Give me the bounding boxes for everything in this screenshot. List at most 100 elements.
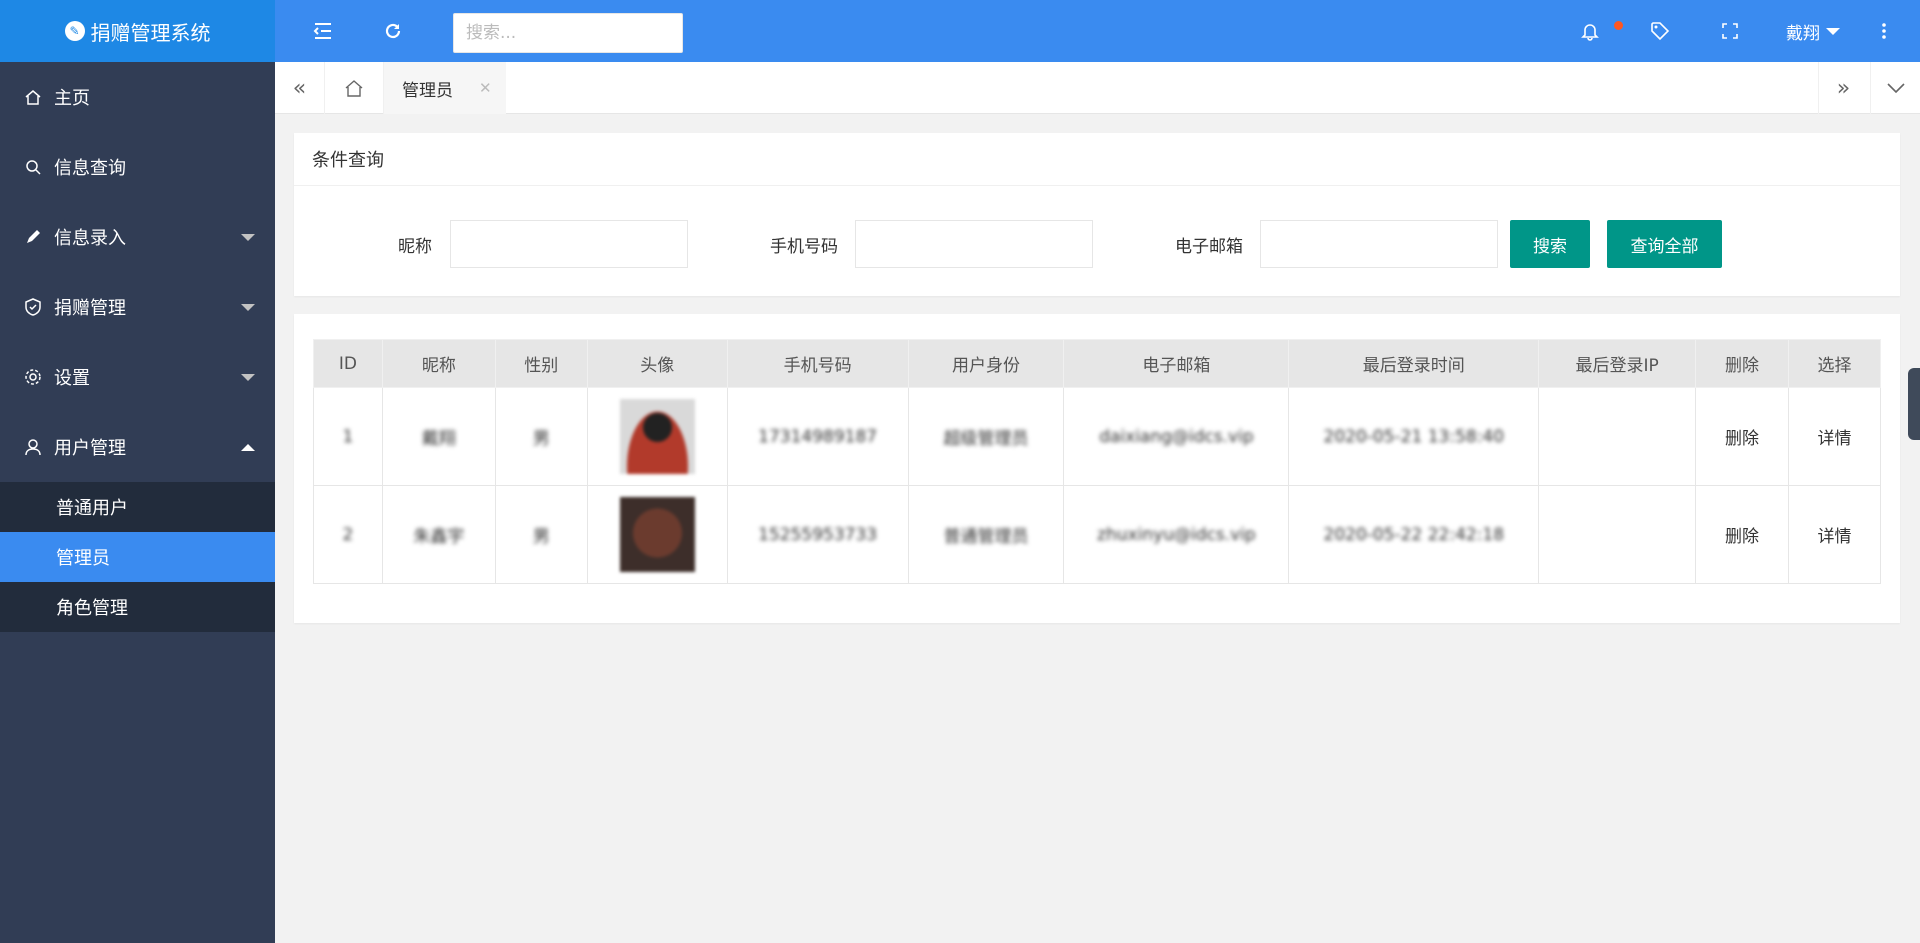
col-last-login[interactable]: 最后登录时间: [1288, 339, 1540, 388]
notification-dot: [1614, 21, 1623, 30]
sidebar-item-admins[interactable]: 管理员: [0, 532, 275, 582]
user-management-submenu: 普通用户 管理员 角色管理: [0, 482, 275, 632]
delete-link[interactable]: 删除: [1695, 485, 1789, 584]
search-button[interactable]: 搜索: [1510, 220, 1590, 268]
user-icon: [24, 438, 42, 456]
col-phone[interactable]: 手机号码: [726, 339, 909, 388]
cell-phone: 17314989187: [726, 387, 909, 486]
tab-admins[interactable]: 管理员 ✕: [384, 62, 506, 114]
sidebar-item-label: 信息录入: [54, 228, 126, 249]
bell-icon[interactable]: [1566, 0, 1614, 62]
sidebar-item-roles[interactable]: 角色管理: [0, 582, 275, 632]
chevron-down-icon: [241, 304, 255, 311]
col-email[interactable]: 电子邮箱: [1063, 339, 1290, 388]
search-icon: [24, 158, 42, 176]
col-last-ip[interactable]: 最后登录IP: [1538, 339, 1697, 388]
cell-avatar: [586, 485, 728, 584]
top-header: ✎ 捐赠管理系统 戴翔: [0, 0, 1920, 62]
sidebar-item-user-management[interactable]: 用户管理: [0, 412, 275, 482]
menu-toggle-icon[interactable]: [299, 0, 347, 62]
sidebar-item-donation[interactable]: 捐赠管理: [0, 272, 275, 342]
nickname-input[interactable]: [450, 220, 688, 268]
sidebar-item-label: 捐赠管理: [54, 298, 126, 319]
tab-label: 管理员: [402, 80, 453, 101]
pencil-icon: [24, 228, 42, 246]
col-role[interactable]: 用户身份: [907, 339, 1065, 388]
table-header-row: ID 昵称 性别 头像 手机号码 用户身份 电子邮箱 最后登录时间 最后登录IP…: [313, 339, 1881, 388]
col-nickname[interactable]: 昵称: [381, 339, 496, 388]
sidebar-item-label: 设置: [54, 368, 90, 389]
double-chevron-right-icon[interactable]: »: [1818, 62, 1868, 114]
sidebar-item-info-query[interactable]: 信息查询: [0, 132, 275, 202]
double-chevron-left-icon[interactable]: «: [275, 62, 325, 114]
tab-bar: « 管理员 ✕ »: [275, 62, 1920, 114]
col-select[interactable]: 选择: [1788, 339, 1881, 388]
col-avatar[interactable]: 头像: [586, 339, 728, 388]
search-form-row: 昵称 手机号码 电子邮箱 搜索 查询全部: [294, 186, 1900, 296]
delete-link[interactable]: 删除: [1695, 387, 1789, 486]
col-id[interactable]: ID: [313, 339, 383, 388]
cell-role: 超级管理员: [907, 387, 1065, 486]
col-gender[interactable]: 性别: [494, 339, 588, 388]
nickname-label: 昵称: [398, 236, 432, 257]
user-menu[interactable]: 戴翔: [1786, 0, 1840, 62]
email-input[interactable]: [1260, 220, 1498, 268]
refresh-icon[interactable]: [369, 0, 417, 62]
tag-icon[interactable]: [1636, 0, 1684, 62]
search-card-title: 条件查询: [294, 133, 1900, 186]
phone-input[interactable]: [855, 220, 1093, 268]
cell-phone: 15255953733: [726, 485, 909, 584]
chevron-up-icon: [241, 444, 255, 451]
admin-table: ID 昵称 性别 头像 手机号码 用户身份 电子邮箱 最后登录时间 最后登录IP…: [313, 339, 1881, 584]
email-label: 电子邮箱: [1175, 236, 1243, 257]
cell-id: 2: [313, 485, 383, 584]
app-title: 捐赠管理系统: [90, 20, 211, 45]
close-icon[interactable]: ✕: [479, 79, 492, 97]
chevron-down-icon: [241, 374, 255, 381]
phone-label: 手机号码: [770, 236, 838, 257]
logo-icon: ✎: [64, 21, 85, 41]
gear-icon: [24, 368, 42, 386]
search-card: 条件查询 昵称 手机号码 电子邮箱 搜索 查询全部: [294, 133, 1900, 296]
side-drawer-handle[interactable]: [1908, 368, 1920, 440]
cell-last-ip: [1538, 485, 1697, 584]
sidebar-item-normal-users[interactable]: 普通用户: [0, 482, 275, 532]
cell-gender: 男: [494, 387, 588, 486]
sidebar: 主页 信息查询 信息录入 捐赠管理 设置 用户管理 普通用户 管理员 角色管理: [0, 62, 275, 943]
table-row: 2 朱鑫宇 男 15255953733 普通管理员 zhuxinyu@idcs.…: [313, 485, 1881, 584]
avatar: [619, 399, 695, 474]
home-tab-icon[interactable]: [325, 62, 384, 114]
cell-id: 1: [313, 387, 383, 486]
avatar: [619, 497, 695, 572]
more-vertical-icon[interactable]: [1860, 0, 1908, 62]
shield-icon: [24, 298, 42, 316]
query-all-button[interactable]: 查询全部: [1607, 220, 1722, 268]
details-link[interactable]: 详情: [1788, 485, 1881, 584]
app-logo[interactable]: ✎ 捐赠管理系统: [0, 0, 275, 62]
user-name: 戴翔: [1786, 23, 1820, 44]
cell-last-login: 2020-05-21 13:58:40: [1288, 387, 1540, 486]
details-link[interactable]: 详情: [1788, 387, 1881, 486]
cell-nickname: 朱鑫宇: [381, 485, 496, 584]
cell-gender: 男: [494, 485, 588, 584]
chevron-down-icon: [241, 234, 255, 241]
sidebar-item-home[interactable]: 主页: [0, 62, 275, 132]
sidebar-item-label: 主页: [54, 88, 90, 109]
cell-role: 普通管理员: [907, 485, 1065, 584]
sidebar-item-settings[interactable]: 设置: [0, 342, 275, 412]
cell-last-login: 2020-05-22 22:42:18: [1288, 485, 1540, 584]
home-icon: [24, 88, 42, 106]
search-input[interactable]: [453, 13, 683, 53]
sidebar-item-label: 用户管理: [54, 438, 126, 459]
cell-email: zhuxinyu@idcs.vip: [1063, 485, 1290, 584]
sidebar-item-label: 信息查询: [54, 158, 126, 179]
cell-avatar: [586, 387, 728, 486]
col-delete[interactable]: 删除: [1695, 339, 1789, 388]
fullscreen-icon[interactable]: [1706, 0, 1754, 62]
cell-nickname: 戴翔: [381, 387, 496, 486]
table-card: ID 昵称 性别 头像 手机号码 用户身份 电子邮箱 最后登录时间 最后登录IP…: [294, 314, 1900, 623]
table-row: 1 戴翔 男 17314989187 超级管理员 daixiang@idcs.v…: [313, 387, 1881, 486]
chevron-down-icon[interactable]: [1870, 62, 1920, 114]
chevron-down-icon: [1826, 27, 1840, 35]
sidebar-item-info-entry[interactable]: 信息录入: [0, 202, 275, 272]
